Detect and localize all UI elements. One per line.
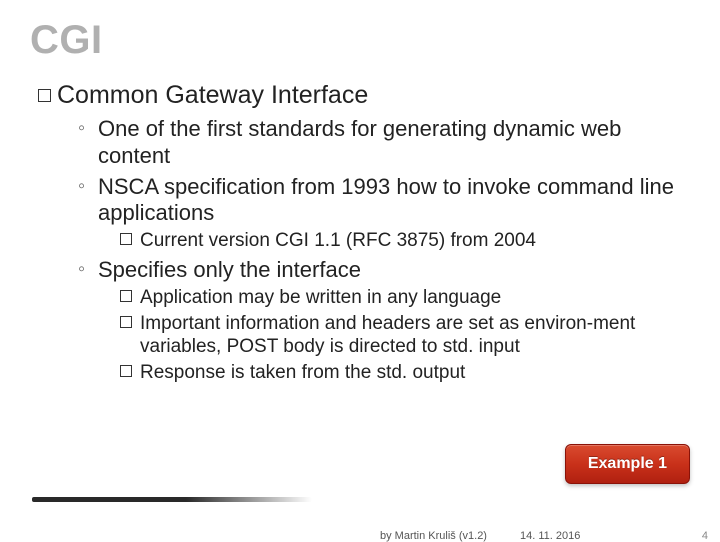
sub-list-item: Response is taken from the std. output [120, 361, 682, 385]
sub-item-text: Application may be written in any langua… [140, 287, 501, 308]
list-item-text: NSCA specification from 1993 how to invo… [98, 174, 674, 226]
sub-list: Application may be written in any langua… [120, 286, 682, 385]
decorative-underline [32, 497, 312, 502]
sub-item-text: Current version CGI 1.1 (RFC 3875) from … [140, 230, 536, 251]
square-bullet-icon [120, 365, 132, 377]
list-item: One of the first standards for generatin… [78, 116, 682, 170]
list-item-text: Specifies only the interface [98, 257, 361, 282]
footer-date: 14. 11. 2016 [520, 530, 580, 542]
footer-author: by Martin Kruliš (v1.2) [380, 530, 487, 542]
slide-heading: Common Gateway Interface [38, 81, 692, 110]
square-bullet-icon [38, 89, 51, 102]
sub-list-item: Application may be written in any langua… [120, 286, 682, 310]
sub-list-item: Important information and headers are se… [120, 312, 682, 360]
list-item: Specifies only the interface Application… [78, 257, 682, 385]
list-item-text: One of the first standards for generatin… [98, 116, 621, 168]
sub-list: Current version CGI 1.1 (RFC 3875) from … [120, 229, 682, 253]
square-bullet-icon [120, 290, 132, 302]
bullet-list: One of the first standards for generatin… [78, 116, 682, 385]
slide-title: CGI [30, 18, 692, 63]
sub-list-item: Current version CGI 1.1 (RFC 3875) from … [120, 229, 682, 253]
list-item: NSCA specification from 1993 how to invo… [78, 174, 682, 253]
square-bullet-icon [120, 316, 132, 328]
sub-item-text: Important information and headers are se… [140, 313, 635, 358]
heading-text: Common Gateway Interface [57, 81, 368, 109]
footer-page-number: 4 [702, 530, 708, 542]
square-bullet-icon [120, 233, 132, 245]
sub-item-text: Response is taken from the std. output [140, 362, 465, 383]
example-button[interactable]: Example 1 [565, 444, 690, 484]
